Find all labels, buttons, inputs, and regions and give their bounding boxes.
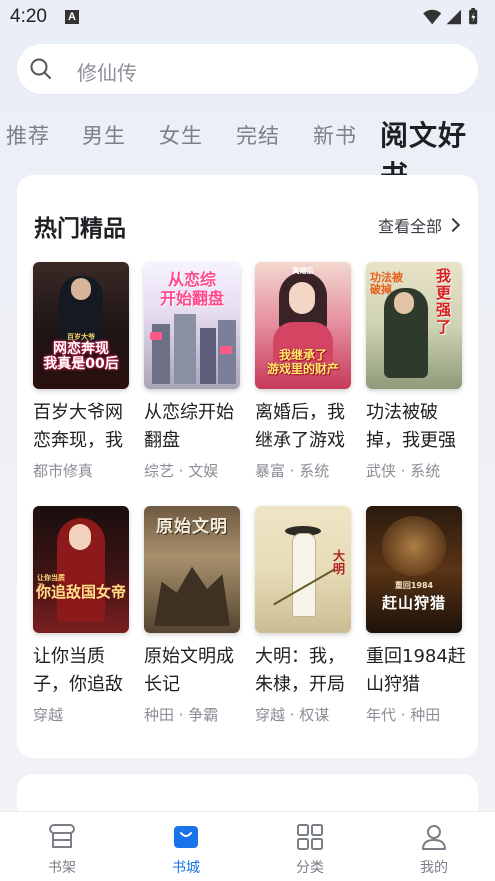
- book-cover[interactable]: 离婚后 我继承了 游戏里的财产: [255, 262, 351, 389]
- search-icon: [30, 58, 51, 79]
- cover-subtitle: 重回1984: [394, 581, 434, 590]
- nav-bookshelf-label: 书架: [48, 860, 76, 876]
- search-bar[interactable]: 修仙传: [17, 44, 478, 94]
- cover-title: 赶山狩猎: [381, 594, 446, 612]
- book-item[interactable]: 百岁大爷 网恋奔现 我真是00后 百岁大爷网恋奔现，我 都市修真: [33, 262, 133, 481]
- cover-subtitle: 离婚后: [292, 267, 314, 275]
- tab-female[interactable]: 女生: [159, 120, 203, 150]
- cover-face: [289, 282, 315, 314]
- cover-face: [69, 524, 91, 550]
- cover-glow: [382, 516, 446, 576]
- person-icon: [422, 825, 446, 850]
- book-tags: 穿越: [33, 706, 64, 724]
- cover-building: [174, 314, 196, 384]
- book-tags: 武侠 · 系统: [366, 462, 441, 480]
- status-bar: 4:20 A: [0, 0, 495, 36]
- section-title: 热门精品: [34, 216, 126, 242]
- cover-heart-sign: [150, 332, 162, 340]
- nav-profile[interactable]: 我的: [372, 812, 495, 881]
- cover-ruins: [154, 566, 230, 626]
- book-item[interactable]: 让你当质子 你追敌国女帝 让你当质子，你追敌 穿越: [33, 506, 133, 725]
- cover-title: 你追敌国女帝: [35, 583, 126, 601]
- tab-male[interactable]: 男生: [82, 120, 126, 150]
- cover-subtitle: 功法被破掉: [370, 271, 403, 296]
- book-title[interactable]: 让你当质子，你追敌: [33, 643, 133, 699]
- book-item[interactable]: 离婚后 我继承了 游戏里的财产 离婚后，我继承了游戏 暴富 · 系统: [255, 262, 355, 481]
- book-cover[interactable]: 从恋综 开始翻盘: [144, 262, 240, 389]
- book-item[interactable]: 功法被破掉 我更强了 功法被破掉，我更强 武侠 · 系统: [366, 262, 466, 481]
- cover-building: [200, 328, 216, 384]
- nav-categories[interactable]: 分类: [248, 812, 372, 881]
- book-title[interactable]: 原始文明成长记: [144, 643, 244, 699]
- book-cover[interactable]: 重回1984 赶山狩猎: [366, 506, 462, 633]
- bookstore-bag-icon: [174, 826, 198, 848]
- book-cover[interactable]: 功法被破掉 我更强了: [366, 262, 462, 389]
- book-item[interactable]: 重回1984 赶山狩猎 重回1984赶山狩猎 年代 · 种田: [366, 506, 466, 725]
- notification-icon: A: [65, 10, 79, 24]
- book-cover[interactable]: 让你当质子 你追敌国女帝: [33, 506, 129, 633]
- system-status-icons: [423, 8, 478, 25]
- book-item[interactable]: 大明 大明：我，朱棣，开局 穿越 · 权谋: [255, 506, 355, 725]
- cover-title: 从恋综 开始翻盘: [159, 270, 224, 308]
- view-all-label: 查看全部: [377, 217, 442, 236]
- book-tags: 综艺 · 文娱: [144, 462, 219, 480]
- book-cover[interactable]: 百岁大爷 网恋奔现 我真是00后: [33, 262, 129, 389]
- view-all-link[interactable]: 查看全部: [377, 213, 461, 237]
- bookshelf-icon: [49, 824, 75, 848]
- book-title[interactable]: 大明：我，朱棣，开局: [255, 643, 355, 699]
- nav-categories-label: 分类: [296, 860, 324, 876]
- book-title[interactable]: 离婚后，我继承了游戏: [255, 399, 355, 455]
- book-item[interactable]: 原始文明 原始文明成长记 种田 · 争霸: [144, 506, 244, 725]
- cover-title: 网恋奔现 我真是00后: [43, 341, 119, 372]
- signal-icon: [446, 9, 461, 25]
- nav-profile-label: 我的: [420, 860, 448, 876]
- cover-title: 我继承了 游戏里的财产: [266, 348, 339, 376]
- book-title[interactable]: 百岁大爷网恋奔现，我: [33, 399, 133, 455]
- nav-bookshelf[interactable]: 书架: [0, 812, 124, 881]
- book-title[interactable]: 从恋综开始翻盘: [144, 399, 244, 455]
- search-placeholder: 修仙传: [77, 61, 137, 85]
- book-tags: 年代 · 种田: [366, 706, 441, 724]
- tab-recommend[interactable]: 推荐: [6, 120, 50, 150]
- bottom-navigation: 书架 书城 分类 我的: [0, 811, 495, 881]
- book-item[interactable]: 从恋综 开始翻盘 从恋综开始翻盘 综艺 · 文娱: [144, 262, 244, 481]
- nav-bookstore-label: 书城: [172, 860, 200, 876]
- cover-title: 原始文明: [156, 517, 228, 537]
- book-tags: 都市修真: [33, 462, 94, 480]
- cover-heart-sign: [220, 346, 232, 354]
- book-tags: 种田 · 争霸: [144, 706, 219, 724]
- tab-completed[interactable]: 完结: [236, 120, 280, 150]
- wifi-icon: [423, 9, 442, 25]
- book-cover[interactable]: 大明: [255, 506, 351, 633]
- cover-face: [71, 278, 91, 300]
- book-title[interactable]: 功法被破掉，我更强: [366, 399, 466, 455]
- book-cover[interactable]: 原始文明: [144, 506, 240, 633]
- chevron-right-icon: [445, 217, 461, 233]
- category-tabs: 推荐 男生 女生 完结 新书 阅文好书: [0, 110, 495, 192]
- nav-bookstore[interactable]: 书城: [124, 812, 248, 881]
- cover-title: 我更强了: [436, 267, 452, 336]
- cover-figure: [293, 534, 315, 616]
- book-title[interactable]: 重回1984赶山狩猎: [366, 643, 466, 699]
- tab-new-books[interactable]: 新书: [313, 120, 357, 150]
- hot-picks-card: 热门精品 查看全部 百岁大爷 网恋奔现 我真是00后 百岁大爷网恋奔现，我 都市…: [17, 175, 478, 758]
- status-time: 4:20: [10, 6, 47, 27]
- grid-icon: [297, 824, 323, 850]
- book-tags: 穿越 · 权谋: [255, 706, 330, 724]
- cover-title: 大明: [333, 549, 346, 576]
- book-tags: 暴富 · 系统: [255, 462, 330, 480]
